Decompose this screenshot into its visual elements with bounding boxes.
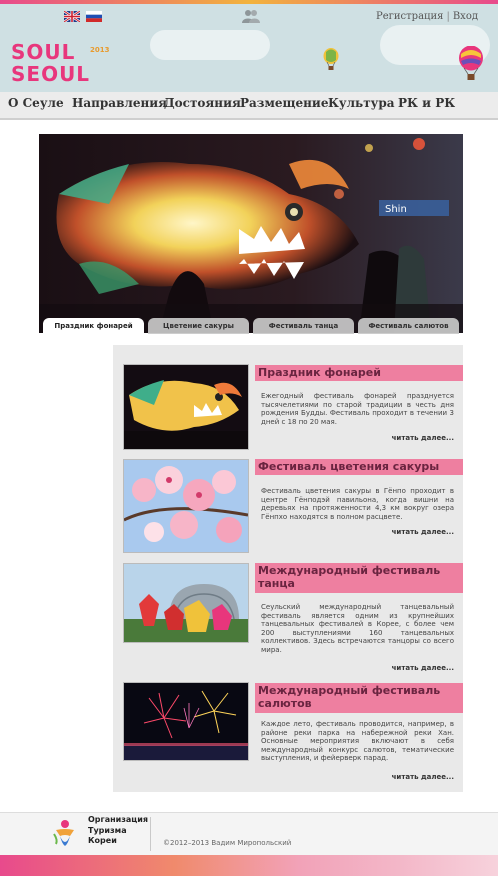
lantern-dragon-photo: Shin	[39, 134, 463, 333]
header-top-stripe	[0, 0, 498, 4]
tab-dance-festival[interactable]: Фестиваль танца	[253, 318, 354, 334]
cloud-decoration	[150, 30, 270, 60]
card-text-lantern: Ежегодный фестиваль фонарей празднуется …	[261, 392, 454, 426]
read-more-link-lantern[interactable]: читать далее...	[380, 434, 454, 442]
nav-item-accommodation[interactable]: Размещение	[240, 96, 328, 110]
card-image-sakura[interactable]	[123, 459, 249, 553]
nav-item-heritage[interactable]: Достояния	[164, 96, 241, 110]
kto-name-line: Кореи	[88, 836, 117, 845]
kto-name-line: Туризма	[88, 825, 127, 835]
card-title-fireworks[interactable]: Международный фестиваль салютов	[255, 683, 463, 713]
hero-tabs: Праздник фонарей Цветение сакуры Фестива…	[39, 318, 463, 334]
auth-links: Регистрация | Вход	[376, 11, 478, 22]
card-title-sakura[interactable]: Фестиваль цветения сакуры	[255, 459, 463, 475]
main-nav: О Сеуле Направления Достояния Размещение…	[0, 92, 498, 120]
users-icon[interactable]	[241, 9, 261, 23]
card-image-fireworks[interactable]	[123, 682, 249, 761]
tab-lantern-festival[interactable]: Праздник фонарей	[43, 318, 144, 334]
nav-item-directions[interactable]: Направления	[72, 96, 167, 110]
logo-line-soul: SOUL	[11, 40, 76, 64]
hero-sign-text: Shin	[385, 204, 407, 215]
hero-slider[interactable]: Shin	[39, 134, 463, 333]
russia-flag-icon[interactable]	[86, 11, 102, 22]
site-logo[interactable]: SOUL SEOUL 2013	[11, 40, 109, 88]
kto-organization-name[interactable]: Организация Туризма Кореи	[88, 815, 148, 847]
copyright-text: ©2012–2013 Вадим Миропольский	[163, 839, 292, 847]
card-text-dance: Сеульский международный танцевальный фес…	[261, 603, 454, 654]
read-more-link-sakura[interactable]: читать далее...	[380, 528, 454, 536]
kto-name-line: Организация	[88, 815, 148, 824]
tab-fireworks-festival[interactable]: Фестиваль салютов	[358, 318, 459, 334]
card-text-sakura: Фестиваль цветения сакуры в Гёнпо проход…	[261, 487, 454, 521]
read-more-link-fireworks[interactable]: читать далее...	[380, 773, 454, 781]
logo-year: 2013	[90, 46, 110, 54]
login-link[interactable]: Вход	[453, 11, 478, 22]
footer-divider	[150, 817, 151, 851]
nav-item-culture[interactable]: Культура	[328, 96, 395, 110]
card-text-fireworks: Каждое лето, фестиваль проводится, напри…	[261, 720, 454, 763]
card-image-lantern[interactable]	[123, 364, 249, 450]
logo-line-seoul: SEOUL	[11, 62, 91, 86]
site-footer: Организация Туризма Кореи ©2012–2013 Вад…	[0, 812, 498, 876]
auth-separator: |	[446, 11, 450, 22]
card-title-lantern[interactable]: Праздник фонарей	[255, 365, 463, 381]
register-link[interactable]: Регистрация	[376, 11, 443, 22]
card-title-dance[interactable]: Международный фестиваль танца	[255, 563, 463, 593]
hot-air-balloon-icon	[459, 46, 483, 80]
tab-cherry-blossom[interactable]: Цветение сакуры	[148, 318, 249, 334]
site-header: Регистрация | Вход SOUL SEOUL 2013	[0, 0, 498, 92]
kto-logo-icon[interactable]	[50, 818, 80, 848]
footer-bottom-stripe	[0, 855, 498, 876]
card-image-dance[interactable]	[123, 563, 249, 643]
hot-air-balloon-icon	[323, 48, 339, 70]
read-more-link-dance[interactable]: читать далее...	[380, 664, 454, 672]
uk-flag-icon[interactable]	[64, 11, 80, 22]
nav-item-about-seoul[interactable]: О Сеуле	[8, 96, 64, 110]
nav-item-rk-rk[interactable]: РК и РК	[398, 96, 455, 110]
